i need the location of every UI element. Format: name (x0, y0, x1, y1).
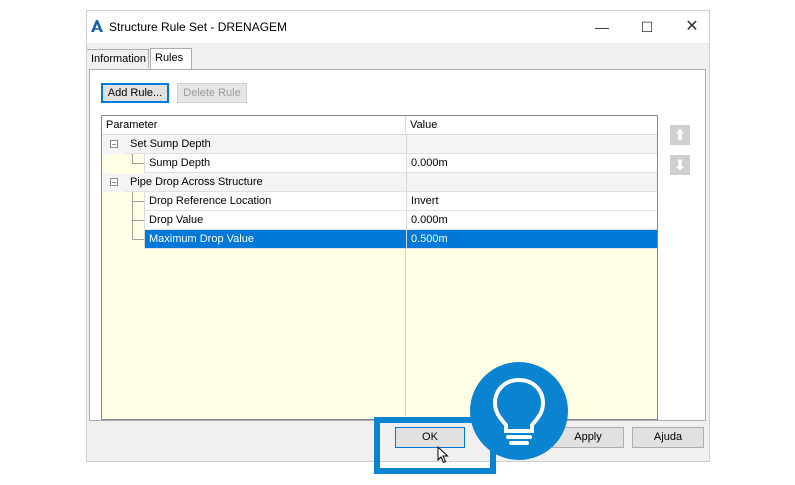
row-value[interactable]: 0.000m (406, 211, 657, 230)
collapse-icon[interactable]: − (110, 140, 118, 149)
row-maximum-drop-value[interactable]: Maximum Drop Value 0.500m (102, 230, 657, 249)
row-name: Maximum Drop Value (144, 230, 406, 249)
move-down-icon[interactable]: ⬇ (670, 155, 690, 175)
tab-rules[interactable]: Rules (150, 48, 192, 69)
row-value[interactable]: Invert (406, 192, 657, 211)
title-bar: Structure Rule Set - DRENAGEM — ☐ ✕ (87, 11, 709, 43)
row-name: Set Sump Depth (126, 135, 406, 154)
close-button[interactable]: ✕ (677, 17, 707, 37)
row-name: Drop Value (144, 211, 406, 230)
add-rule-button[interactable]: Add Rule... (101, 83, 169, 103)
collapse-icon[interactable]: − (110, 178, 118, 187)
row-value[interactable]: 0.000m (406, 154, 657, 173)
help-button[interactable]: Ajuda (632, 427, 704, 448)
category-row-set-sump-depth[interactable]: − Set Sump Depth (102, 135, 657, 154)
delete-rule-button[interactable]: Delete Rule (177, 83, 247, 103)
grid-header: Parameter Value (102, 116, 657, 135)
row-drop-value[interactable]: Drop Value 0.000m (102, 211, 657, 230)
parameter-column-header[interactable]: Parameter (102, 116, 406, 134)
lightbulb-icon (470, 362, 568, 460)
row-sump-depth[interactable]: Sump Depth 0.000m (102, 154, 657, 173)
value-column-header[interactable]: Value (406, 116, 656, 134)
minimize-button[interactable]: — (587, 17, 617, 37)
mouse-pointer-icon (437, 446, 449, 464)
row-drop-reference-location[interactable]: Drop Reference Location Invert (102, 192, 657, 211)
row-name: Sump Depth (144, 154, 406, 173)
move-up-icon[interactable]: ⬆ (670, 125, 690, 145)
autocad-app-icon (91, 20, 103, 32)
tab-strip: Information Rules (87, 48, 709, 69)
category-row-pipe-drop[interactable]: − Pipe Drop Across Structure (102, 173, 657, 192)
window-title: Structure Rule Set - DRENAGEM (109, 20, 288, 34)
tab-information[interactable]: Information (87, 49, 149, 68)
row-name: Pipe Drop Across Structure (126, 173, 406, 192)
row-name: Drop Reference Location (144, 192, 406, 211)
row-value (406, 135, 657, 154)
maximize-button[interactable]: ☐ (632, 17, 662, 37)
row-value[interactable]: 0.500m (406, 230, 657, 249)
rules-property-grid[interactable]: Parameter Value − Set Sump Depth Sump De… (101, 115, 658, 420)
row-value (406, 173, 657, 192)
structure-rule-set-dialog: Structure Rule Set - DRENAGEM — ☐ ✕ Info… (86, 10, 710, 462)
